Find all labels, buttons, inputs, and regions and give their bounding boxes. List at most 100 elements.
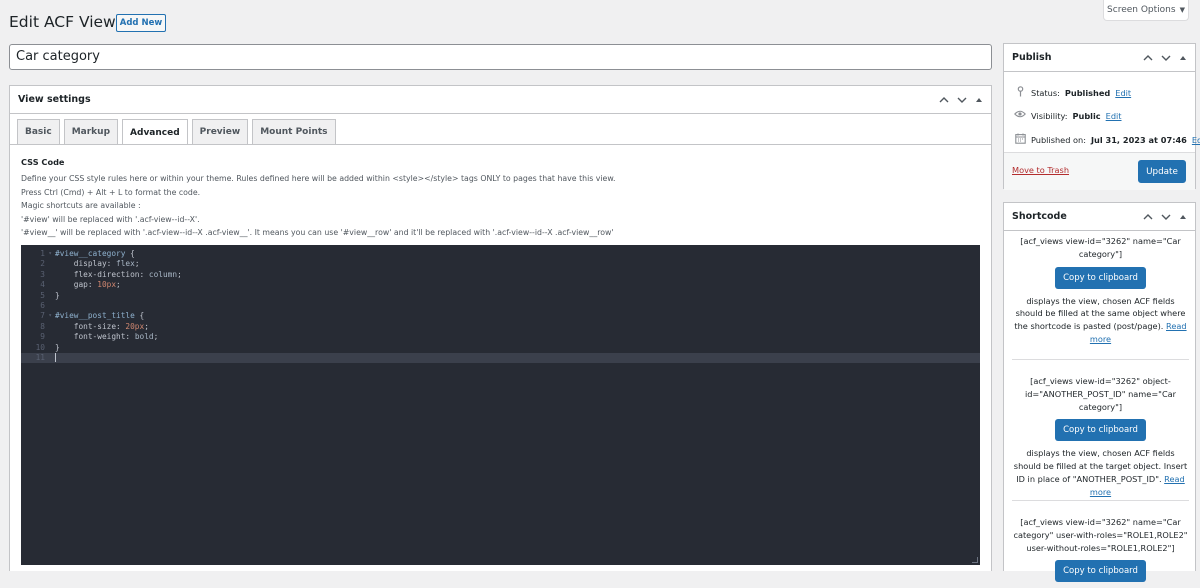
line-number: 8: [40, 321, 45, 331]
visibility-label: Visibility:: [1031, 110, 1068, 121]
tab-basic[interactable]: Basic: [17, 119, 60, 144]
box-handle-actions: [939, 96, 983, 104]
resize-handle[interactable]: [972, 557, 978, 563]
line-number: 5: [40, 290, 45, 300]
fold-arrow-icon[interactable]: ▾: [48, 311, 52, 321]
publish-title: Publish: [1012, 52, 1052, 63]
shortcode-divider: [1012, 500, 1189, 501]
tab-preview[interactable]: Preview: [191, 119, 249, 144]
view-settings-header: View settings: [10, 86, 991, 114]
status-row: Status: Published Edit: [1014, 86, 1131, 100]
toggle-panel-icon[interactable]: [1179, 54, 1187, 62]
line-number: 10: [35, 342, 45, 352]
line-number: 7 ▾: [40, 311, 52, 321]
visibility-value: Public: [1072, 110, 1101, 121]
move-up-icon[interactable]: [939, 96, 949, 104]
edit-visibility-link[interactable]: Edit: [1106, 111, 1122, 121]
code-line: 10}: [21, 343, 980, 353]
code-line: 6: [21, 301, 980, 311]
code-text: display: flex;: [73, 259, 140, 269]
code-text: gap: 10px;: [73, 280, 121, 290]
code-text: [48, 353, 56, 363]
code-text: font-weight: bold;: [73, 332, 159, 342]
tab-mount-points[interactable]: Mount Points: [252, 119, 336, 144]
css-description-line: Magic shortcuts are available :: [21, 201, 141, 210]
code-line: 5}: [21, 291, 980, 301]
code-text: }: [55, 290, 60, 300]
move-up-icon[interactable]: [1143, 54, 1153, 62]
shortcode-header: Shortcode: [1004, 203, 1195, 231]
shortcode-description-text: displays the view, chosen ACF fields sho…: [1014, 295, 1186, 332]
code-line: 4 gap: 10px;: [21, 280, 980, 290]
tab-markup[interactable]: Markup: [63, 119, 119, 144]
view-settings-box: View settings Basic Markup Advanced Prev…: [9, 85, 992, 571]
shortcode-text: [acf_views view-id="3262" name="Car cate…: [1013, 517, 1188, 553]
calendar-icon: [1014, 133, 1026, 147]
publish-header: Publish: [1004, 44, 1195, 72]
publish-box: Publish Status: Published Edit Visibilit…: [1003, 43, 1200, 190]
code-line: 7 ▾ #view__post_title {: [21, 311, 980, 321]
toggle-panel-icon[interactable]: [1179, 213, 1187, 221]
tabs-divider: [10, 144, 991, 145]
post-title-input[interactable]: Car category: [9, 44, 992, 70]
move-down-icon[interactable]: [1161, 54, 1171, 62]
box-handle-actions: [1143, 54, 1187, 62]
published-label: Published on:: [1031, 135, 1086, 145]
text-cursor: [55, 353, 56, 363]
eye-icon: [1014, 110, 1026, 121]
code-line: 2 display: flex;: [21, 259, 980, 269]
shortcode-description: displays the view, chosen ACF fields sho…: [1012, 295, 1189, 346]
toggle-panel-icon[interactable]: [975, 96, 983, 104]
tab-advanced[interactable]: Advanced: [122, 119, 188, 145]
line-number: 6: [40, 300, 45, 310]
css-description-line: Define your CSS style rules here or with…: [21, 174, 616, 183]
css-code-label: CSS Code: [21, 157, 65, 167]
css-code-editor[interactable]: 1 ▾ #view__category {2 display: flex; 3 fle…: [21, 245, 980, 565]
copy-to-clipboard-button[interactable]: Copy to clipboard: [1055, 419, 1146, 442]
add-new-button[interactable]: Add New: [116, 14, 166, 32]
edit-date-link[interactable]: Edit: [1192, 135, 1200, 145]
css-description-line: '#view' will be replaced with '.acf-view…: [21, 215, 200, 224]
code-line: 3 flex-direction: column;: [21, 270, 980, 280]
fold-arrow-icon[interactable]: ▾: [48, 249, 52, 259]
page-title: Edit ACF View: [9, 13, 116, 31]
move-up-icon[interactable]: [1143, 213, 1153, 221]
update-button[interactable]: Update: [1138, 160, 1186, 183]
code-text: flex-direction: column;: [73, 269, 182, 279]
status-label: Status:: [1031, 88, 1060, 98]
css-description-line: Press Ctrl (Cmd) + Alt + L to format the…: [21, 188, 201, 197]
box-handle-actions: [1143, 213, 1187, 221]
css-description-line: '#view__' will be replaced with '.acf-vi…: [21, 228, 614, 237]
published-on-row: Published on: Jul 31, 2023 at 07:46 Edit: [1014, 133, 1200, 147]
code-text: }: [55, 342, 60, 352]
shortcode-description: displays the view, chosen ACF fields sho…: [1012, 447, 1189, 498]
shortcode-block: [acf_views view-id="3262" name="Car cate…: [1012, 516, 1189, 588]
code-text: #view__post_title {: [55, 311, 145, 321]
shortcode-title: Shortcode: [1012, 211, 1067, 222]
screen-options-button[interactable]: Screen Options ▼: [1103, 0, 1189, 21]
view-settings-title: View settings: [18, 94, 91, 105]
code-line: 11: [21, 352, 980, 364]
code-text: #view__category {: [55, 249, 135, 258]
shortcode-block: [acf_views view-id="3262" object-id="ANO…: [1012, 375, 1189, 499]
edit-status-link[interactable]: Edit: [1115, 88, 1131, 98]
shortcode-block: [acf_views view-id="3262" name="Car cate…: [1012, 235, 1189, 346]
line-number: 1 ▾: [40, 249, 52, 258]
line-number: 2: [40, 259, 45, 269]
code-line: 9 font-weight: bold;: [21, 332, 980, 342]
move-to-trash-link[interactable]: Move to Trash: [1012, 165, 1069, 175]
shortcode-description-text: displays the view, chosen ACF fields sho…: [1013, 448, 1188, 484]
publish-actions: Move to Trash Update: [1004, 152, 1195, 190]
published-value: Jul 31, 2023 at 07:46: [1090, 135, 1187, 145]
copy-to-clipboard-button[interactable]: Copy to clipboard: [1055, 560, 1146, 583]
code-line: 1 ▾ #view__category {: [21, 249, 980, 259]
move-down-icon[interactable]: [1161, 213, 1171, 221]
status-value: Published: [1064, 88, 1111, 98]
move-down-icon[interactable]: [957, 96, 967, 104]
settings-tabs: Basic Markup Advanced Preview Mount Poin…: [17, 119, 336, 145]
copy-to-clipboard-button[interactable]: Copy to clipboard: [1055, 266, 1146, 289]
line-number: 4: [40, 280, 45, 290]
screen-options-label: Screen Options: [1107, 5, 1176, 15]
line-number: 11: [35, 352, 45, 362]
pin-icon: [1014, 86, 1026, 100]
